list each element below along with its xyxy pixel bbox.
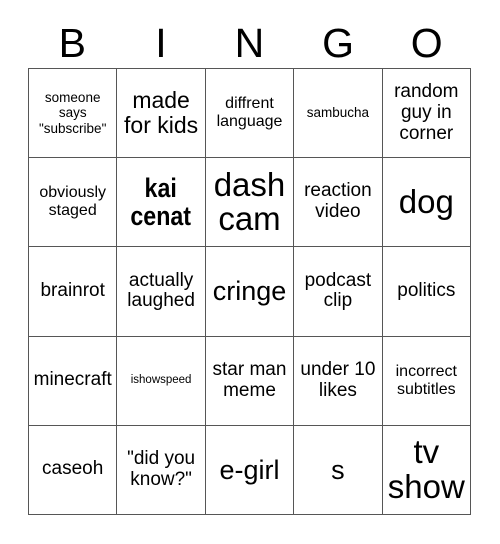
bingo-header-letter-g: G	[322, 19, 355, 66]
bingo-header-letter-b: B	[58, 19, 86, 66]
bingo-cell[interactable]: kai cenat	[117, 158, 206, 248]
bingo-cell-label: incorrect subtitles	[395, 362, 457, 398]
bingo-header: B I N G O	[28, 18, 471, 68]
bingo-cell[interactable]: reaction video	[294, 158, 383, 248]
bingo-cell[interactable]: dash cam	[205, 158, 295, 248]
bingo-cell[interactable]: incorrect subtitles	[382, 336, 471, 426]
bingo-cell-label: cringe	[212, 276, 287, 307]
bingo-cell[interactable]: obviously staged	[29, 158, 118, 248]
bingo-cell-label: obviously staged	[39, 184, 107, 220]
bingo-cell-label: dash cam	[213, 165, 286, 238]
bingo-cell[interactable]: politics	[382, 247, 471, 337]
bingo-cell-label: under 10 likes	[300, 358, 376, 401]
bingo-header-letter-o: O	[410, 19, 443, 66]
bingo-cell-label: made for kids	[124, 87, 199, 139]
bingo-cell[interactable]: e-girl	[205, 425, 295, 515]
bingo-cell-label: e-girl	[219, 454, 280, 485]
bingo-cell-label: tv show	[387, 433, 465, 505]
bingo-cell[interactable]: someone says "subscribe"	[29, 69, 118, 159]
bingo-cell[interactable]: s	[294, 425, 383, 515]
bingo-cell-label: podcast clip	[304, 269, 372, 312]
bingo-cell[interactable]: "did you know?"	[117, 425, 206, 515]
bingo-cell[interactable]: actually laughed	[117, 247, 206, 337]
bingo-cell-label: star man meme	[212, 358, 287, 401]
bingo-cell[interactable]: dog	[382, 158, 471, 248]
bingo-header-letter-i: I	[155, 19, 167, 66]
bingo-cell[interactable]: diffrent language	[205, 69, 295, 159]
bingo-cell-label: brainrot	[40, 280, 105, 302]
bingo-cell-label: politics	[397, 280, 456, 302]
bingo-cell-label: diffrent language	[216, 95, 283, 131]
bingo-cell-label: kai cenat	[130, 172, 192, 232]
bingo-cell-label: reaction video	[304, 180, 372, 223]
bingo-card: B I N G O someone says "subscribe" made …	[0, 0, 500, 544]
bingo-cell-label: minecraft	[33, 369, 112, 391]
bingo-cell-label: someone says "subscribe"	[39, 90, 107, 136]
bingo-cell[interactable]: ishowspeed	[117, 336, 206, 426]
bingo-cell-label: actually laughed	[127, 269, 195, 312]
bingo-cell-label: dog	[398, 182, 454, 220]
bingo-cell[interactable]: podcast clip	[294, 247, 383, 337]
bingo-header-letter-n: N	[234, 19, 265, 66]
bingo-grid: someone says "subscribe" made for kids d…	[28, 68, 471, 515]
bingo-cell-label: s	[331, 454, 345, 485]
bingo-cell[interactable]: sambucha	[294, 69, 383, 159]
bingo-cell-label: ishowspeed	[130, 374, 192, 387]
bingo-cell[interactable]: brainrot	[29, 247, 118, 337]
bingo-cell-label: caseoh	[42, 458, 104, 480]
bingo-cell[interactable]: star man meme	[205, 336, 295, 426]
bingo-cell-label: sambucha	[306, 105, 370, 121]
bingo-cell-label: "did you know?"	[127, 448, 196, 490]
bingo-cell[interactable]: random guy in corner	[382, 69, 471, 159]
bingo-cell[interactable]: cringe	[205, 247, 295, 337]
bingo-cell[interactable]: tv show	[382, 425, 471, 515]
bingo-cell-label: random guy in corner	[394, 80, 459, 144]
bingo-cell[interactable]: made for kids	[117, 69, 206, 159]
bingo-cell[interactable]: under 10 likes	[294, 336, 383, 426]
bingo-cell[interactable]: minecraft	[29, 336, 118, 426]
bingo-cell[interactable]: caseoh	[29, 425, 118, 515]
